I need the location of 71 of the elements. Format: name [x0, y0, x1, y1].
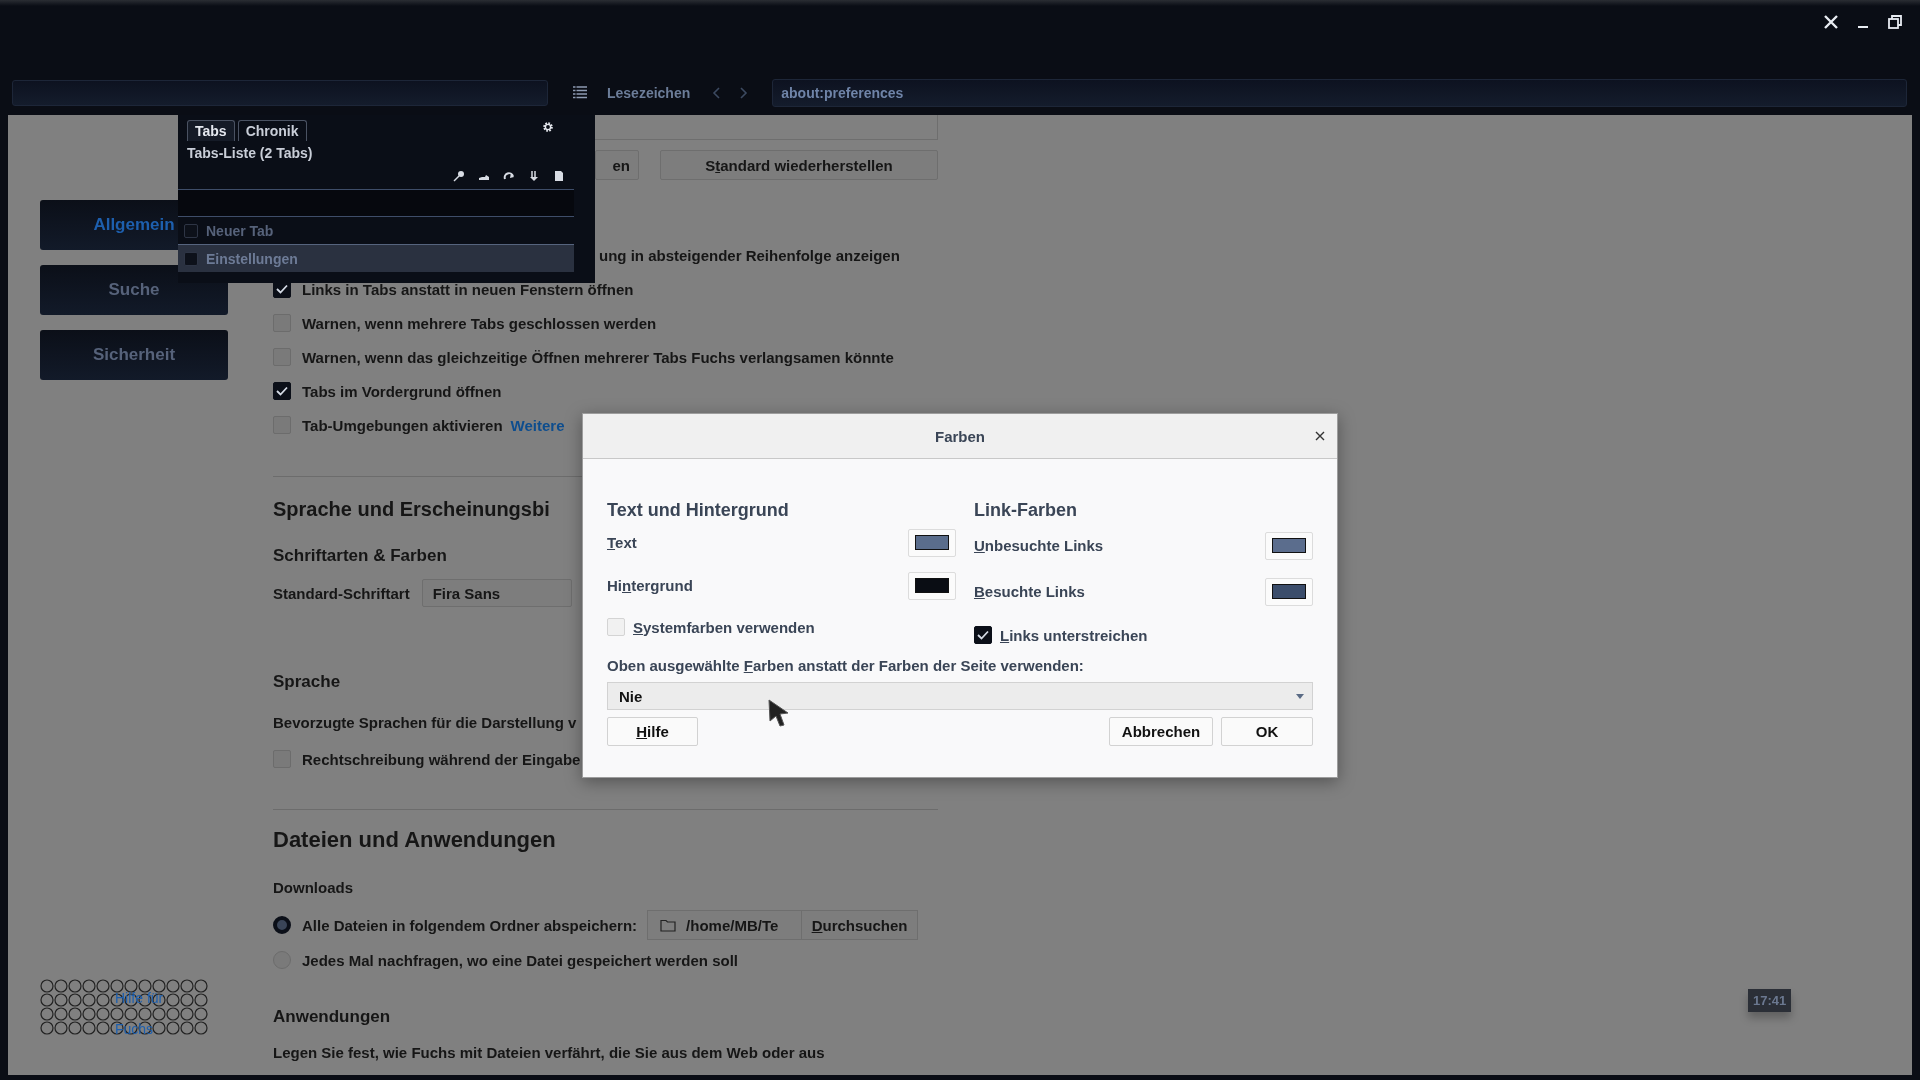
- dialog-title: Farben: [935, 427, 985, 445]
- subsection-heading: Sprache: [273, 671, 341, 693]
- option-label: Rechtschreibung während der Eingabe: [302, 750, 581, 768]
- option-label: Warnen, wenn das gleichzeitige Öffnen mehrerer Tabs Fuchs verlangsamen könnte: [302, 348, 894, 366]
- list-icon[interactable]: [573, 86, 587, 99]
- category-button[interactable]: Sicherheit: [40, 330, 228, 380]
- option-label: Links unterstreichen: [1000, 626, 1148, 644]
- settings-icon[interactable]: [542, 121, 554, 133]
- checkbox[interactable]: [974, 626, 992, 644]
- checkbox[interactable]: [184, 251, 198, 266]
- bookmarks-link[interactable]: Lesezeichen: [607, 84, 691, 101]
- subsection-heading: Anwendungen: [273, 1006, 391, 1028]
- search-field[interactable]: [12, 79, 548, 106]
- color-label: Text: [607, 534, 637, 551]
- subsection-heading: Downloads: [273, 878, 353, 898]
- checkmark-icon: [276, 386, 288, 396]
- tab[interactable]: Chronik: [237, 120, 307, 141]
- clock-label: 17:41: [1748, 989, 1792, 1012]
- color-label: Unbesuchte Links: [974, 537, 1104, 554]
- mouse-pointer-icon: [768, 699, 790, 727]
- tab-list-item[interactable]: Einstellungen: [178, 244, 574, 272]
- option-label: Tabs im Vordergrund öffnen: [302, 382, 502, 400]
- restore-icon[interactable]: [1888, 15, 1902, 29]
- checkbox[interactable]: [184, 223, 198, 238]
- section-heading: Dateien und Anwendungen: [273, 826, 556, 854]
- color-picker[interactable]: [908, 528, 956, 557]
- option-label: Links in Tabs anstatt in neuen Fenstern öffnen: [302, 280, 634, 298]
- cancel-button[interactable]: Abbrechen: [1109, 717, 1213, 746]
- option-label: Alle Dateien in folgendem Ordner abspeichern:: [302, 916, 638, 934]
- color-picker[interactable]: [1265, 531, 1313, 560]
- group-heading: Text und Hintergrund: [607, 499, 790, 521]
- tab[interactable]: Tabs: [187, 120, 235, 141]
- help-button[interactable]: Hilfe: [607, 717, 698, 746]
- popup-title: Tabs-Liste (2 Tabs): [187, 145, 314, 161]
- folder-icon: [660, 918, 677, 932]
- subsection-heading: Schriftarten & Farben: [273, 545, 447, 567]
- color-label: Besuchte Links: [974, 583, 1085, 600]
- option-label: Systemfarben verwenden: [633, 618, 815, 636]
- document-icon[interactable]: [553, 170, 565, 182]
- checkbox[interactable]: [273, 382, 291, 400]
- checkmark-icon: [977, 630, 989, 640]
- radio-button[interactable]: [273, 916, 291, 934]
- browse-button[interactable]: Durchsuchen: [802, 910, 919, 940]
- override-label: Oben ausgewählte Farben anstatt der Farben der Seite verwenden:: [607, 657, 1085, 674]
- button[interactable]: en: [595, 150, 639, 180]
- option-label: Warnen, wenn mehrere Tabs geschlossen werden: [302, 314, 657, 332]
- restore-defaults-button[interactable]: Standard wiederherstellen: [660, 150, 938, 180]
- option-label: Jedes Mal nachfragen, wo eine Datei gespeichert werden soll: [302, 951, 738, 969]
- dropdown-icon: [1296, 693, 1304, 699]
- category-button[interactable]: Suche: [40, 265, 228, 315]
- font-select[interactable]: Fira Sans: [421, 579, 572, 607]
- override-select[interactable]: Nie: [607, 682, 1313, 710]
- checkmark-icon: [276, 284, 288, 294]
- magnifier-icon[interactable]: [453, 170, 465, 182]
- folder-field[interactable]: /home/MB/Te: [647, 910, 803, 940]
- url-field[interactable]: about:preferences: [772, 78, 1907, 107]
- section-heading: Sprache und Erscheinungsbi: [273, 497, 550, 522]
- group-heading: Link-Farben: [974, 499, 1078, 521]
- color-picker[interactable]: [908, 571, 956, 600]
- ok-button[interactable]: OK: [1221, 717, 1313, 746]
- option-label: Tab-Umgebungen aktivieren: [302, 416, 503, 434]
- option-label: ung in absteigender Reihenfolge anzeigen: [599, 246, 900, 264]
- download-icon[interactable]: [528, 170, 540, 182]
- language-text: Bevorzugte Sprachen für die Darstellung v: [273, 713, 577, 733]
- close-icon[interactable]: [1315, 431, 1325, 441]
- filter-field[interactable]: [178, 189, 574, 217]
- font-label: Standard-Schriftart: [273, 584, 410, 602]
- redo-icon[interactable]: [503, 170, 515, 182]
- color-label: Hintergrund: [607, 577, 693, 594]
- paragraph: Legen Sie fest, wie Fuchs mit Dateien verfährt, die Sie aus dem Web oder aus: [273, 1044, 825, 1061]
- color-picker[interactable]: [1265, 577, 1313, 606]
